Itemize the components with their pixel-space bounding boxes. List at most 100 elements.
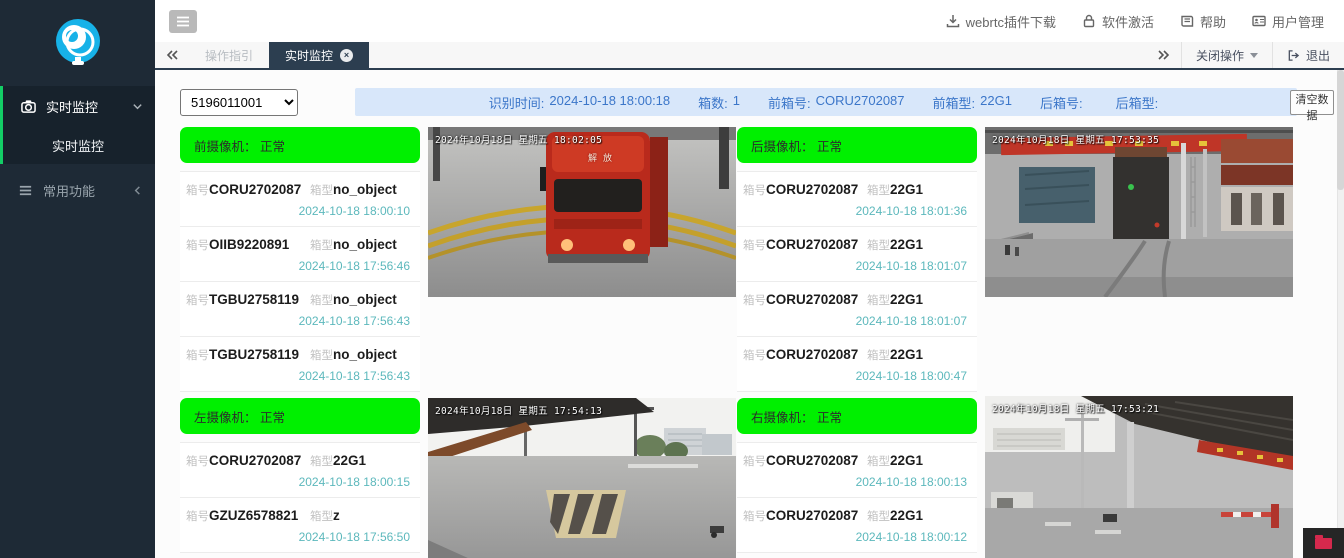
left-video-timestamp: 2024年10月18日 星期五 17:54:13 [435,403,602,417]
chevron-left-icon [132,185,143,196]
scrollbar-thumb[interactable] [1337,70,1344,190]
help-link[interactable]: 帮助 [1180,12,1226,31]
double-chevron-left-icon [166,50,178,60]
record-line: 箱号TGBU2758119 箱型no_object [186,346,410,364]
record-row: 箱号CORU2702087 箱型no_object 2024-10-18 18:… [180,172,420,227]
record-line: 箱号CORU2702087 箱型22G1 [743,346,967,364]
tab-label: 实时监控 [285,47,333,64]
box-type-label: 箱型 [310,240,333,252]
box-type-value: no_object [333,292,397,307]
box-type-label: 箱型 [867,511,890,523]
box-no-label: 箱号 [743,350,766,362]
record-row: 箱号CORU2702087 箱型22G1 2024-10-18 18:01:36 [737,172,977,227]
left-camera-video[interactable]: 2024年10月18日 星期五 17:54:13 [428,398,736,558]
user-management-link[interactable]: 用户管理 [1252,12,1324,31]
webrtc-download-link[interactable]: webrtc插件下载 [946,12,1056,31]
box-no-label: 箱号 [186,295,209,307]
box-type-group: 箱型no_object [310,181,397,199]
box-no-label: 箱号 [743,456,766,468]
sidebar-item-common-functions[interactable]: 常用功能 [0,170,155,210]
device-select[interactable]: 5196011001 [180,89,298,116]
box-no-group: 箱号CORU2702087 [743,181,867,199]
sidebar-toggle-button[interactable] [169,10,197,33]
box-type-group: 箱型no_object [310,346,397,364]
right-camera-video[interactable]: 2024年10月18日 星期五 17:53:21 [985,396,1293,558]
sidebar-item-realtime-monitor[interactable]: 实时监控 [3,86,155,126]
sidebar-menu: 实时监控 实时监控 常用功能 [0,86,155,210]
box-type-group: 箱型22G1 [867,181,923,199]
front-box-no-field: 前箱号: CORU2702087 [768,93,905,112]
record-row: 箱号TGBU2758119 箱型no_object 2024-10-18 17:… [180,337,420,392]
record-row: 箱号GZUZ6578821 箱型z 2024-10-18 17:56:50 [180,498,420,553]
chevron-down-icon [132,101,143,112]
app-logo[interactable] [0,0,155,86]
box-no-group: 箱号CORU2702087 [743,291,867,309]
front-camera-video[interactable]: 解放 2024年10月18日 星期五 18:02:05 [428,127,736,297]
box-type-value: 22G1 [890,292,923,307]
software-activate-label: 软件激活 [1102,12,1154,31]
box-type-label: 箱型 [310,350,333,362]
close-operations-dropdown[interactable]: 关闭操作 [1181,42,1272,68]
box-type-group: 箱型22G1 [867,291,923,309]
record-timestamp: 2024-10-18 17:56:43 [186,369,410,383]
box-no-label: 箱号 [186,185,209,197]
download-icon [946,14,960,28]
webcam-logo-icon [50,15,106,71]
front-box-type-field: 前箱型: 22G1 [933,93,1012,112]
corner-folder-widget[interactable] [1303,528,1344,558]
rear-camera-video[interactable]: 2024年10月18日 星期五 17:53:35 [985,127,1293,297]
box-no-value: GZUZ6578821 [209,508,298,523]
front-box-no-value: CORU2702087 [816,93,905,112]
camera-icon [21,99,36,114]
recognition-info-bar: 识别时间: 2024-10-18 18:00:18 箱数: 1 前箱号: COR… [355,88,1297,116]
software-activate-link[interactable]: 软件激活 [1082,12,1154,31]
box-no-label: 箱号 [743,240,766,252]
right-camera-scene [985,396,1293,558]
close-operations-label: 关闭操作 [1196,47,1244,64]
tab-realtime-monitor[interactable]: 实时监控 × [269,42,369,68]
box-no-value: CORU2702087 [766,292,858,307]
topbar: webrtc插件下载 软件激活 帮助 [155,0,1344,42]
clear-data-button[interactable]: 清空数据 [1290,90,1334,115]
box-count-value: 1 [733,93,740,112]
tab-close-icon[interactable]: × [340,49,353,62]
tabs-scroll-left-button[interactable] [155,42,189,68]
left-camera-status-badge: 左摄像机： 正常 [180,398,420,434]
rear-camera-panel: 后摄像机： 正常 箱号CORU2702087 箱型22G1 2024-10-18… [737,127,977,392]
rear-video-timestamp: 2024年10月18日 星期五 17:53:35 [992,132,1159,146]
left-camera-scene [428,398,736,558]
tabs-scroll-right-button[interactable] [1147,42,1181,68]
tabbar: 操作指引 实时监控 × 关闭操作 退出 [155,42,1344,70]
record-row: 箱号CORU2702087 箱型22G1 2024-10-18 18:01:07 [737,282,977,337]
record-line: 箱号CORU2702087 箱型22G1 [186,452,410,470]
exit-button[interactable]: 退出 [1272,42,1344,68]
tab-operation-guide[interactable]: 操作指引 [189,42,269,68]
box-type-value: no_object [333,237,397,252]
box-type-group: 箱型22G1 [867,346,923,364]
record-timestamp: 2024-10-18 18:01:36 [743,204,967,218]
box-type-value: 22G1 [890,508,923,523]
box-type-group: 箱型no_object [310,236,397,254]
record-line: 箱号CORU2702087 箱型no_object [186,181,410,199]
box-type-value: 22G1 [890,182,923,197]
record-timestamp: 2024-10-18 18:00:12 [743,530,967,544]
front-camera-scene [428,127,736,297]
user-management-label: 用户管理 [1272,12,1324,31]
record-row: 箱号CORU2702087 箱型22G1 2024-10-18 18:00:12 [737,498,977,553]
record-row: 箱号TGBU2758119 箱型no_object 2024-10-18 17:… [180,282,420,337]
box-type-value: z [333,508,340,523]
record-line: 箱号GZUZ6578821 箱型z [186,507,410,525]
box-type-value: no_object [333,182,397,197]
rear-camera-record-list: 箱号CORU2702087 箱型22G1 2024-10-18 18:01:36… [737,171,977,392]
right-camera-panel: 右摄像机： 正常 箱号CORU2702087 箱型22G1 2024-10-18… [737,398,977,553]
sidebar-subitem-realtime-monitor[interactable]: 实时监控 [3,126,155,164]
record-timestamp: 2024-10-18 18:01:07 [743,314,967,328]
record-line: 箱号CORU2702087 箱型22G1 [743,236,967,254]
record-line: 箱号CORU2702087 箱型22G1 [743,181,967,199]
box-no-group: 箱号TGBU2758119 [186,346,310,364]
truck-brand-text: 解放 [588,151,618,164]
box-type-label: 箱型 [867,295,890,307]
box-count-label: 箱数: [698,93,728,112]
recognition-time-field: 识别时间: 2024-10-18 18:00:18 [489,93,670,112]
box-no-label: 箱号 [743,295,766,307]
